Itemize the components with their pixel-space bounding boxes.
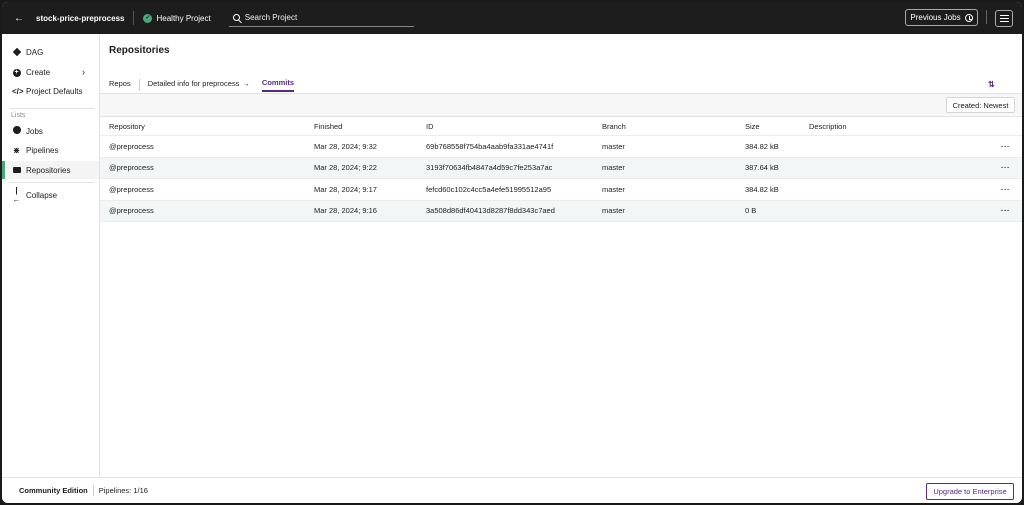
project-health-status: ✓ Healthy Project xyxy=(143,13,211,23)
history-icon xyxy=(964,13,973,22)
sidebar-item-label: Repositories xyxy=(26,165,71,175)
cell-finished: Mar 28, 2024; 9:32 xyxy=(314,141,377,151)
previous-jobs-label: Previous Jobs xyxy=(910,13,961,22)
cell-size: 387.64 kB xyxy=(745,163,779,173)
table-row[interactable]: @preprocess Mar 28, 2024; 9:32 69b768558… xyxy=(100,136,1022,158)
sidebar-item-label: DAG xyxy=(26,47,44,57)
cell-repository: @preprocess xyxy=(109,184,154,194)
column-header[interactable]: Finished xyxy=(314,117,342,135)
commits-table: Repository Finished ID Branch Size Descr… xyxy=(100,116,1022,222)
main-content: Repositories Repos Detailed info for pre… xyxy=(100,34,1022,477)
cell-repository: @preprocess xyxy=(109,206,154,216)
column-header[interactable]: Size xyxy=(745,117,760,135)
sidebar-item-label: Create xyxy=(26,67,51,77)
page-title: Repositories xyxy=(109,45,170,56)
divider xyxy=(10,182,94,183)
collapse-label: Collapse xyxy=(26,190,58,200)
arrow-right-icon: → xyxy=(242,79,250,88)
upgrade-button[interactable]: Upgrade to Enterprise xyxy=(926,483,1014,500)
search-icon xyxy=(232,14,240,21)
column-header[interactable]: Description xyxy=(809,117,847,135)
sidebar-item-jobs[interactable]: Jobs xyxy=(2,122,99,140)
divider xyxy=(10,108,94,109)
footer: Community Edition Pipelines: 1/16 Upgrad… xyxy=(2,477,1022,503)
app-window: ← stock-price-preprocess ✓ Healthy Proje… xyxy=(2,2,1022,503)
sidebar-item-label: Project Defaults xyxy=(26,86,83,96)
divider xyxy=(986,10,987,24)
back-arrow-icon[interactable]: ← xyxy=(14,13,28,24)
tab-bar: Repos Detailed info for preprocess → Comm… xyxy=(109,77,294,93)
code-icon: </> xyxy=(12,86,24,96)
cell-size: 384.82 kB xyxy=(745,141,779,151)
cell-repository: @preprocess xyxy=(109,141,154,151)
pipelines-icon: ⋇ xyxy=(13,145,20,155)
sidebar-item-create[interactable]: + Create › xyxy=(2,63,99,81)
table-row[interactable]: @preprocess Mar 28, 2024; 9:16 3a508d86d… xyxy=(100,200,1022,222)
sort-dropdown[interactable]: Created: Newest xyxy=(946,97,1015,113)
sidebar-item-label: Pipelines xyxy=(26,145,59,155)
more-actions-icon[interactable]: ··· xyxy=(1001,179,1010,200)
lists-section-label: Lists xyxy=(11,112,26,119)
table-row[interactable]: @preprocess Mar 28, 2024; 9:22 3193f7063… xyxy=(100,157,1022,179)
sort-icon[interactable]: ⇅ xyxy=(988,80,995,89)
more-actions-icon[interactable]: ··· xyxy=(1001,201,1010,222)
table-header-row: Repository Finished ID Branch Size Descr… xyxy=(100,116,1022,136)
previous-jobs-button[interactable]: Previous Jobs xyxy=(905,9,978,26)
cell-branch: master xyxy=(602,163,625,173)
pipelines-count: Pipelines: 1/16 xyxy=(98,486,148,495)
sidebar-item-repositories[interactable]: Repositories xyxy=(2,161,99,179)
cell-size: 384.82 kB xyxy=(745,184,779,194)
divider xyxy=(92,485,94,496)
search-input[interactable] xyxy=(244,13,405,22)
more-actions-icon[interactable]: ··· xyxy=(1001,158,1010,179)
tab-repos[interactable]: Repos xyxy=(109,79,131,91)
top-bar: ← stock-price-preprocess ✓ Healthy Proje… xyxy=(2,2,1022,34)
column-header[interactable]: ID xyxy=(426,117,434,135)
edition-label: Community Edition xyxy=(19,486,88,495)
project-name: stock-price-preprocess xyxy=(36,13,125,23)
column-header[interactable]: Branch xyxy=(602,117,626,135)
cell-id: 3a508d86df40413d8287f8dd343c7aed xyxy=(426,206,555,216)
cell-id: 3193f70634fb4847a4d59c7fe253a7ac xyxy=(426,163,553,173)
sidebar-item-project-defaults[interactable]: </> Jobs Project Defaults xyxy=(2,82,99,100)
cell-branch: master xyxy=(602,206,625,216)
sidebar-item-label: Jobs xyxy=(26,126,43,136)
hamburger-icon xyxy=(999,15,1009,16)
divider xyxy=(138,79,140,91)
check-circle-icon: ✓ xyxy=(143,13,153,23)
sidebar-item-pipelines[interactable]: ⋇ Pipelines xyxy=(2,141,99,159)
sidebar-collapse-button[interactable]: |← Collapse xyxy=(2,186,99,204)
plus-circle-icon: + xyxy=(12,69,21,77)
more-actions-icon[interactable]: ··· xyxy=(1001,136,1010,157)
cell-id: fefcd60c102c4cc5a4efe51995512a95 xyxy=(426,184,552,194)
table-toolbar xyxy=(100,94,1022,116)
tab-commits[interactable]: Commits xyxy=(261,78,294,92)
table-row[interactable]: @preprocess Mar 28, 2024; 9:17 fefcd60c1… xyxy=(100,179,1022,201)
diamond-icon xyxy=(12,47,21,57)
tab-label: Detailed info for preprocess xyxy=(147,79,240,88)
tab-detailed-info[interactable]: Detailed info for preprocess → xyxy=(148,79,250,91)
chevron-right-icon: › xyxy=(82,67,85,77)
cell-finished: Mar 28, 2024; 9:22 xyxy=(314,163,377,173)
cell-branch: master xyxy=(602,184,625,194)
cell-size: 0 B xyxy=(745,206,757,216)
cell-finished: Mar 28, 2024; 9:17 xyxy=(314,184,377,194)
cell-id: 69b768558f754ba4aab9fa331ae4741f xyxy=(426,141,554,151)
sidebar-item-dag[interactable]: DAG xyxy=(2,43,99,61)
divider xyxy=(133,11,135,25)
health-label: Healthy Project xyxy=(156,13,211,23)
cell-finished: Mar 28, 2024; 9:16 xyxy=(314,206,377,216)
cell-repository: @preprocess xyxy=(109,163,154,173)
cell-branch: master xyxy=(602,141,625,151)
folder-icon xyxy=(12,166,21,175)
search-box[interactable] xyxy=(228,9,414,27)
jobs-icon xyxy=(12,126,21,136)
sidebar: DAG + Create › </> Jobs Project Defaults… xyxy=(2,34,100,477)
collapse-icon: |← xyxy=(12,186,21,204)
hamburger-menu-button[interactable] xyxy=(995,10,1013,27)
column-header[interactable]: Repository xyxy=(109,117,145,135)
